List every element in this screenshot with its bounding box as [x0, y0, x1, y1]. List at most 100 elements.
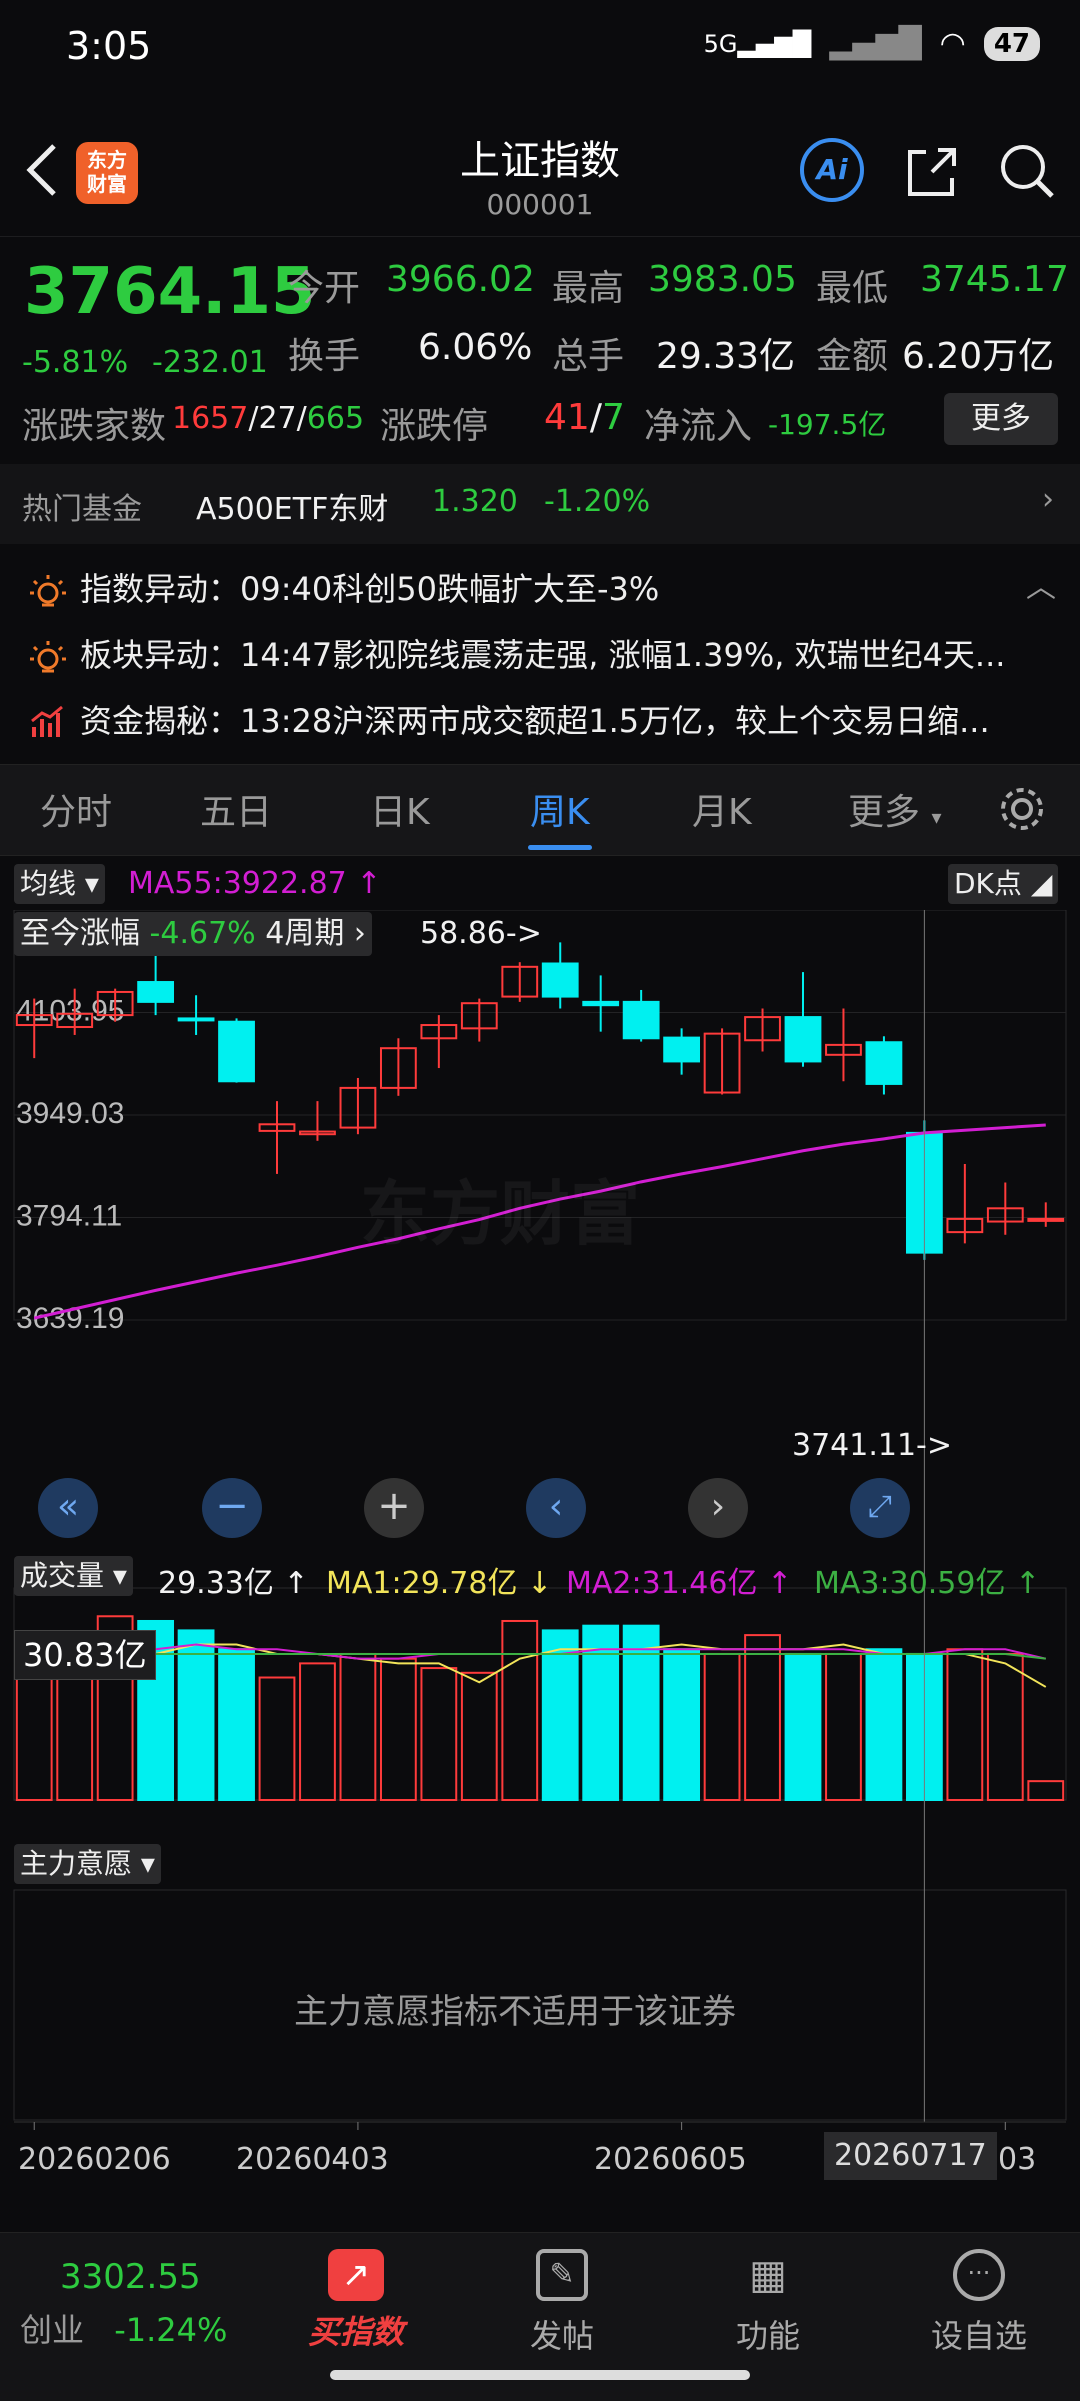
- candle-body: [865, 1041, 903, 1085]
- app-logo: 东方财富: [76, 142, 138, 204]
- volume-bar: [865, 1648, 903, 1801]
- volume-selector[interactable]: 成交量 ▾: [14, 1556, 133, 1596]
- news-alerts: 指数异动：09:40科创50跌幅扩大至-3% ︿ 板块异动：14:47影视院线震…: [0, 548, 1080, 758]
- tab-intraday[interactable]: 分时: [40, 783, 112, 835]
- tab-more[interactable]: 更多 ▾: [848, 783, 942, 835]
- ma55-label: MA55:3922.87 ↑: [128, 866, 382, 901]
- volume-bar: [218, 1648, 255, 1801]
- high-value: 3983.05: [648, 259, 797, 300]
- volume-bar: [258, 1676, 296, 1801]
- battery-icon: 47: [983, 26, 1040, 61]
- fullscreen-icon[interactable]: ⤢: [850, 1478, 910, 1538]
- status-icons: 5G▂▄▆█ ▂▄▆█ ◠ 47: [704, 26, 1040, 61]
- ma-selector[interactable]: 均线 ▾: [14, 864, 105, 904]
- tab-weekly-k[interactable]: 周K: [530, 783, 590, 835]
- tab-active-indicator: [528, 845, 592, 850]
- candle-body: [622, 1000, 660, 1040]
- vol-ma2-label: MA2:31.46亿 ↑: [566, 1566, 793, 1601]
- tab-five-day[interactable]: 五日: [200, 783, 272, 835]
- main-will-message: 主力意愿指标不适用于该证券: [294, 1992, 736, 2032]
- vol-ma3-label: MA3:30.59亿 ↑: [814, 1566, 1041, 1601]
- scroll-left-button[interactable]: ‹: [526, 1478, 586, 1538]
- search-icon[interactable]: [996, 140, 1058, 202]
- tab-monthly-k[interactable]: 月K: [692, 783, 752, 835]
- candle-body: [218, 1020, 255, 1083]
- chevron-right-icon: ›: [1042, 482, 1054, 517]
- news-item[interactable]: 指数异动：09:40科创50跌幅扩大至-3%: [28, 564, 659, 611]
- volume-bar: [622, 1624, 660, 1802]
- collapse-icon[interactable]: ︿: [1026, 562, 1056, 606]
- signal-icon: 5G▂▄▆█: [703, 29, 812, 58]
- news-item[interactable]: 板块异动：14:47影视院线震荡走强, 涨幅1.39%, 欢瑞世纪4天...: [28, 630, 1005, 677]
- ai-assistant-button[interactable]: Ai: [800, 138, 864, 202]
- candle-body: [582, 1000, 620, 1007]
- volume-bar: [784, 1652, 822, 1802]
- nav-watchlist[interactable]: ··· 设自选: [914, 2249, 1044, 2357]
- volume-bar: [177, 1629, 215, 1802]
- zoom-out-far-button[interactable]: «: [38, 1478, 98, 1538]
- hot-fund-price: 1.320: [432, 484, 518, 519]
- quote-panel: 3764.15 -5.81% -232.01 今开 3966.02 最高 398…: [0, 236, 1080, 457]
- settings-gear-icon[interactable]: [996, 783, 1048, 835]
- scroll-right-button[interactable]: ›: [688, 1478, 748, 1538]
- buy-index-icon: ↗: [328, 2249, 384, 2301]
- nav-functions[interactable]: ▦ 功能: [708, 2249, 828, 2357]
- news-text: 板块异动：14:47影视院线震荡走强, 涨幅1.39%, 欢瑞世纪4天...: [80, 636, 1006, 674]
- main-will-selector[interactable]: 主力意愿 ▾: [14, 1844, 161, 1884]
- news-item[interactable]: 资金揭秘：13:28沪深两市成交额超1.5万亿，较上个交易日缩...: [28, 696, 990, 743]
- netflow-value: -197.5亿: [768, 408, 887, 441]
- volume-bar: [299, 1662, 336, 1802]
- index-ticker[interactable]: 3302.55 创业 -1.24%: [20, 2257, 270, 2351]
- volume-bar: [946, 1648, 984, 1801]
- volume-bar: [1027, 1780, 1065, 1802]
- since-change-box[interactable]: 至今涨幅 -4.67% 4周期 ›: [14, 912, 372, 956]
- high-label: 最高: [552, 268, 625, 309]
- back-icon[interactable]: [18, 140, 68, 200]
- ticker-change: -1.24%: [114, 2311, 228, 2349]
- status-time: 3:05: [66, 24, 152, 68]
- news-text: 资金揭秘：13:28沪深两市成交额超1.5万亿，较上个交易日缩...: [80, 702, 990, 740]
- hot-fund-label: 热门基金: [22, 492, 142, 527]
- volume-value: 29.33亿: [656, 336, 796, 377]
- date-label: 03: [998, 2142, 1037, 2177]
- hot-fund-name: A500ETF东财: [196, 492, 389, 527]
- limit-values: 41/7: [544, 397, 625, 438]
- volume-bar: [825, 1652, 862, 1802]
- more-quote-button[interactable]: 更多: [944, 393, 1058, 445]
- zoom-in-button[interactable]: +: [364, 1478, 424, 1538]
- volume-bar: [460, 1671, 498, 1801]
- cursor-volume-readout: 30.83亿: [14, 1630, 156, 1680]
- netflow-label: 净流入: [644, 406, 753, 447]
- tab-daily-k[interactable]: 日K: [370, 783, 430, 835]
- volume-bar: [420, 1667, 458, 1801]
- ticker-price: 3302.55: [60, 2257, 201, 2297]
- candle-body: [177, 1017, 215, 1022]
- candle-body: [541, 962, 579, 998]
- y-tick-label: 3794.11: [16, 1200, 122, 1233]
- amount-value: 6.20万亿: [902, 336, 1055, 377]
- header: 东方财富 上证指数 000001 Ai: [0, 110, 1080, 230]
- watermark: 东方财富: [360, 1173, 640, 1255]
- more-dots-icon: ···: [953, 2249, 1005, 2301]
- y-tick-label: 3639.19: [16, 1302, 124, 1335]
- low-label: 最低: [816, 268, 889, 309]
- kline-chart-area: 均线 ▾ MA55:3922.87 ↑ DK点 ◢ 4103.95 3949.03…: [0, 858, 1080, 2198]
- date-label: 20260605: [594, 2142, 747, 2177]
- volume-current: 29.33亿 ↑: [158, 1566, 309, 1601]
- share-icon[interactable]: [902, 142, 962, 202]
- breadth-label: 涨跌家数: [22, 406, 167, 447]
- nav-post[interactable]: ✎ 发帖: [502, 2249, 622, 2357]
- volume-bar: [379, 1657, 417, 1802]
- dk-point-button[interactable]: DK点 ◢: [948, 864, 1059, 904]
- turnover-label: 换手: [288, 336, 361, 377]
- nav-buy-index[interactable]: ↗ 买指数: [296, 2249, 416, 2353]
- zoom-out-button[interactable]: −: [202, 1478, 262, 1538]
- y-tick-label: 4103.95: [16, 995, 124, 1028]
- volume-bar: [703, 1652, 741, 1802]
- since-value: -4.67%: [149, 916, 256, 951]
- ticker-name: 创业: [20, 2311, 85, 2349]
- low-value: 3745.17: [920, 259, 1069, 300]
- hot-fund-bar[interactable]: 热门基金 A500ETF东财 1.320 -1.20% ›: [0, 464, 1080, 544]
- volume-bar: [501, 1619, 539, 1801]
- vol-ma1-label: MA1:29.78亿 ↓: [326, 1566, 553, 1601]
